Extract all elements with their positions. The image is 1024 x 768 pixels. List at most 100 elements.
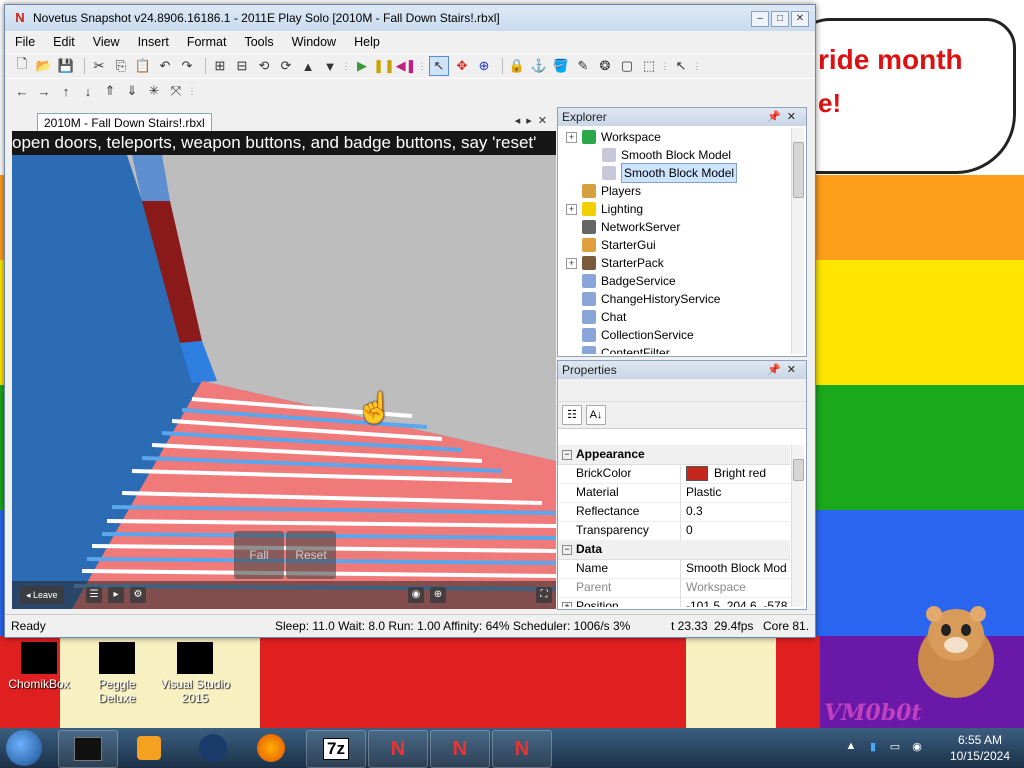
property-value[interactable]: 0.3 <box>686 502 790 521</box>
menu-insert[interactable]: Insert <box>138 35 169 49</box>
desktop-icon-chomikbox[interactable]: ChomikBox <box>0 640 78 691</box>
taskbar-terminal[interactable] <box>58 730 118 768</box>
tab-close-icon[interactable]: ✕ <box>538 115 553 127</box>
anchor-icon[interactable]: ⚓ <box>530 57 548 75</box>
property-value[interactable]: Bright red <box>686 464 790 483</box>
dropper-icon[interactable]: ✎ <box>574 57 592 75</box>
menu-tools[interactable]: Tools <box>244 35 273 49</box>
taskbar-novetus-3[interactable]: N <box>492 730 552 768</box>
alphabetical-icon[interactable]: A↓ <box>586 405 606 425</box>
surface-icon[interactable]: ❂ <box>596 57 614 75</box>
new-file-icon[interactable]: 🗋 <box>13 56 31 75</box>
property-category[interactable]: − Appearance <box>558 445 790 465</box>
fall-button[interactable]: Fall <box>234 531 284 579</box>
move-down-icon[interactable]: ▼ <box>321 57 339 75</box>
pin-icon[interactable]: 📌 <box>767 111 787 123</box>
clock[interactable]: 6:55 AM 10/15/2024 <box>950 732 1010 764</box>
move-tool-icon[interactable]: ✥ <box>453 57 471 75</box>
toolbar-grip[interactable]: ⋮ <box>418 57 427 75</box>
frame-icon[interactable]: ▢ <box>618 57 636 75</box>
group-icon[interactable]: ⊞ <box>211 57 229 75</box>
explorer-item[interactable]: BadgeService <box>566 272 676 290</box>
move-up-icon[interactable]: ▲ <box>299 57 317 75</box>
settings-icon[interactable]: ⚙ <box>130 587 146 603</box>
property-row[interactable]: + Position -101.5, 204.6, -578.5 <box>558 597 790 607</box>
camera-up-icon[interactable]: ⇑ <box>101 82 119 100</box>
save-icon[interactable]: 💾 <box>57 57 75 75</box>
explorer-scrollbar[interactable] <box>791 128 804 354</box>
collapse-icon[interactable]: − <box>562 545 572 555</box>
taskbar-7zip[interactable]: 7z <box>306 730 366 768</box>
menu-view[interactable]: View <box>93 35 120 49</box>
categorized-icon[interactable]: ☷ <box>562 405 582 425</box>
camera-down-icon[interactable]: ⇓ <box>123 82 141 100</box>
tab-next-icon[interactable]: ▸ <box>526 115 538 127</box>
explorer-item[interactable]: Smooth Block Model <box>586 163 738 183</box>
explorer-item[interactable]: StarterGui <box>566 236 656 254</box>
menu-help[interactable]: Help <box>354 35 380 49</box>
pause-icon[interactable]: ❚❚ <box>373 57 395 75</box>
resize-tool-icon[interactable]: ⊕ <box>475 57 493 75</box>
paste-icon[interactable]: 📋 <box>134 57 152 75</box>
collapse-icon[interactable]: − <box>562 450 572 460</box>
desktop-icon-peggle[interactable]: Peggle Deluxe <box>78 640 156 705</box>
property-value[interactable]: -101.5, 204.6, -578.5 <box>686 597 790 607</box>
screenshot-icon[interactable]: ◉ <box>408 587 424 603</box>
menu-icon[interactable]: ☰ <box>86 587 102 603</box>
expand-toggle-icon[interactable]: + <box>566 203 577 215</box>
explorer-item[interactable]: + Workspace <box>566 128 661 146</box>
explorer-scroll-thumb[interactable] <box>793 142 804 198</box>
fullscreen-icon[interactable]: ⛶ <box>536 587 552 603</box>
property-category[interactable]: − Data <box>558 540 790 560</box>
maximize-button[interactable]: □ <box>771 11 789 27</box>
properties-scroll-thumb[interactable] <box>793 459 804 481</box>
explorer-item[interactable]: + Lighting <box>566 200 643 218</box>
ungroup-icon[interactable]: ⊟ <box>233 57 251 75</box>
tools-icon[interactable]: ▸ <box>108 587 124 603</box>
expand-toggle-icon[interactable]: + <box>566 131 577 143</box>
pointer-dropdown-icon[interactable]: ↖ <box>672 57 690 75</box>
property-row[interactable]: Parent Workspace <box>558 578 790 598</box>
menu-file[interactable]: File <box>15 35 35 49</box>
explorer-item[interactable]: Players <box>566 182 641 200</box>
explorer-item[interactable]: ContentFilter <box>566 344 670 354</box>
expand-toggle-icon[interactable]: + <box>566 257 577 269</box>
cut-icon[interactable]: ✂ <box>90 57 108 75</box>
paint-bucket-icon[interactable]: 🪣 <box>552 57 570 75</box>
tray-app-icon[interactable]: ▮ <box>866 740 880 754</box>
app-icon[interactable]: N <box>13 11 27 25</box>
network-icon[interactable]: ▭ <box>888 740 902 754</box>
fit-view-icon[interactable]: ⬚ <box>640 57 658 75</box>
property-value[interactable]: Plastic <box>686 483 790 502</box>
camera-fit-icon[interactable]: ⤧ <box>167 82 185 100</box>
arrow-left-icon[interactable]: ← <box>13 82 31 100</box>
play-icon[interactable]: ▶ <box>353 57 371 75</box>
taskbar-novetus-1[interactable]: N <box>368 730 428 768</box>
explorer-close-icon[interactable]: ✕ <box>787 111 802 123</box>
show-hidden-icon[interactable]: ▲ <box>844 740 858 754</box>
toolbar-grip[interactable]: ⋮ <box>188 82 197 100</box>
arrow-down-icon[interactable]: ↓ <box>79 82 97 100</box>
document-tab[interactable]: 2010M - Fall Down Stairs!.rbxl <box>37 113 212 132</box>
toolbar-grip[interactable]: ⋮ <box>693 57 702 75</box>
volume-icon[interactable]: ◉ <box>910 740 924 754</box>
desktop-icon-visual-studio[interactable]: Visual Studio 2015 <box>156 640 234 705</box>
explorer-item[interactable]: CollectionService <box>566 326 694 344</box>
arrow-right-icon[interactable]: → <box>35 82 53 100</box>
property-value[interactable]: Smooth Block Mod <box>686 559 790 578</box>
explorer-item[interactable]: ChangeHistoryService <box>566 290 720 308</box>
stop-icon[interactable]: ◀❚ <box>396 57 417 75</box>
copy-icon[interactable]: ⎘ <box>112 57 130 75</box>
taskbar-app[interactable] <box>184 730 242 766</box>
undo-icon[interactable]: ↶ <box>156 57 174 75</box>
lock-icon[interactable]: 🔒 <box>508 57 526 75</box>
explorer-item[interactable]: Smooth Block Model <box>586 146 731 164</box>
property-value[interactable]: 0 <box>686 521 790 540</box>
property-row[interactable]: Name Smooth Block Mod <box>558 559 790 579</box>
property-row[interactable]: BrickColor Bright red <box>558 464 790 484</box>
property-row[interactable]: Transparency 0 <box>558 521 790 541</box>
arrow-up-icon[interactable]: ↑ <box>57 82 75 100</box>
rotate-right-icon[interactable]: ⟳ <box>277 57 295 75</box>
properties-close-icon[interactable]: ✕ <box>787 364 802 376</box>
start-button[interactable] <box>6 730 42 766</box>
